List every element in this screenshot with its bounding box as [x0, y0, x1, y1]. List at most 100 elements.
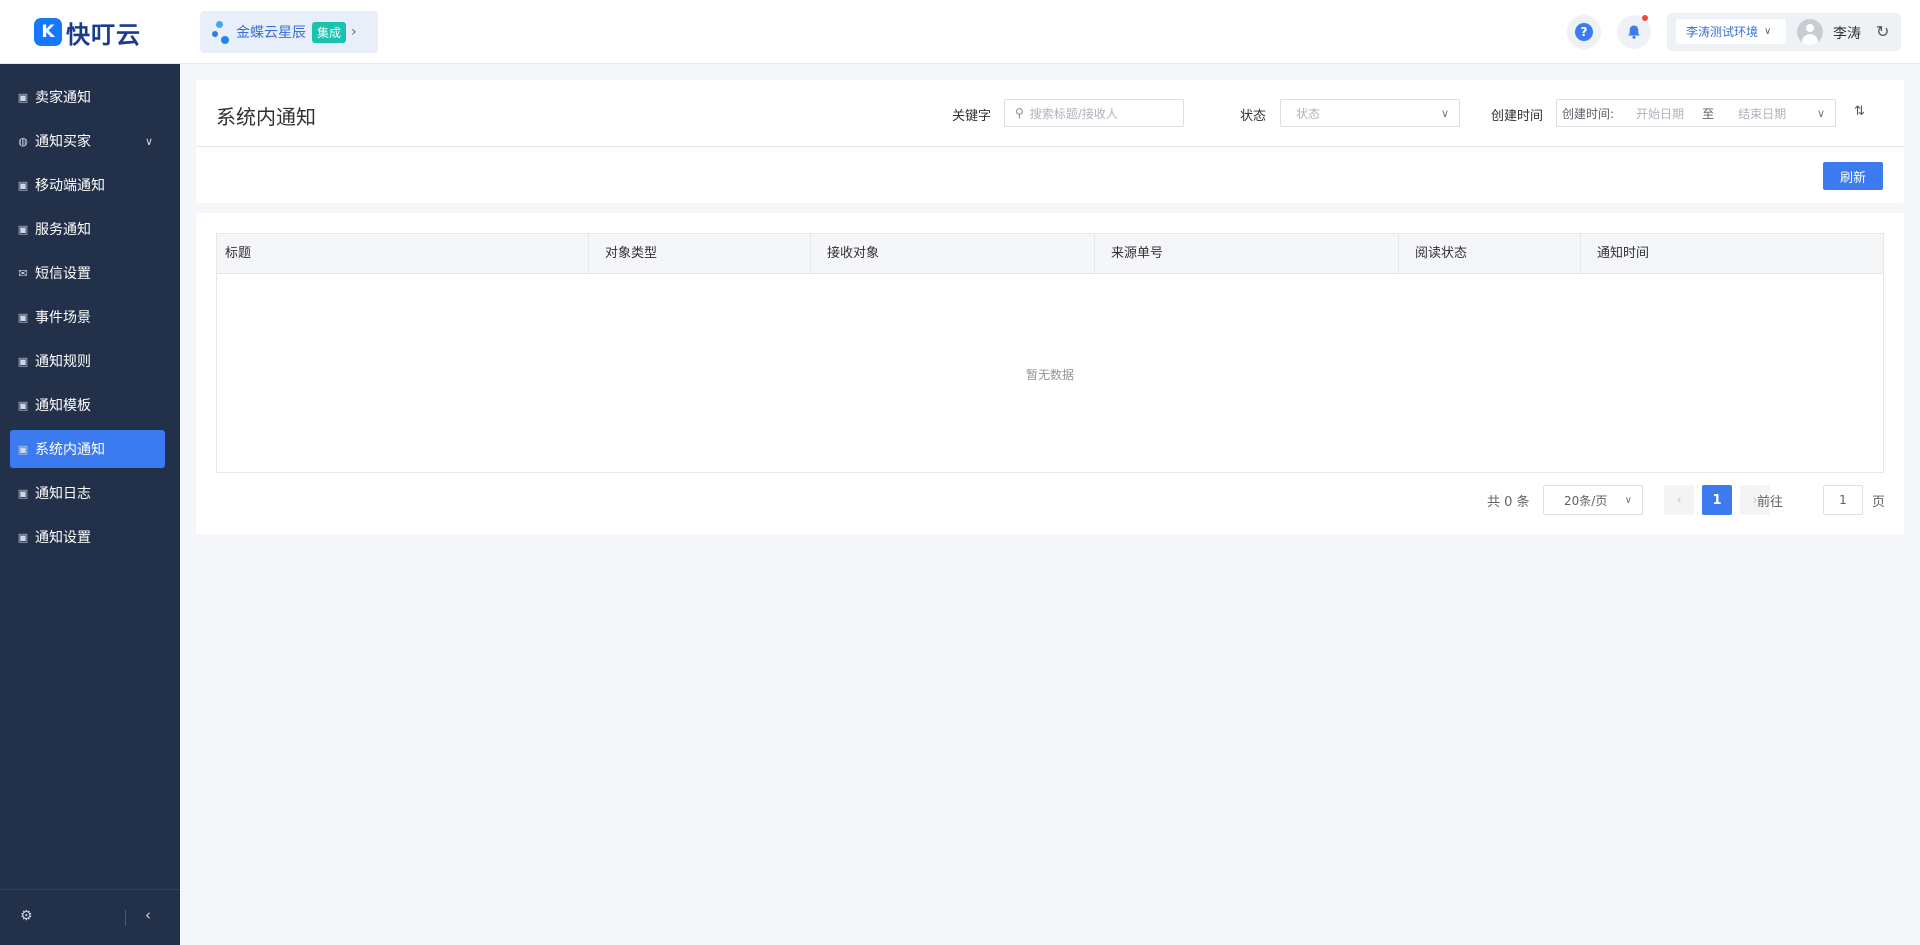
sidebar-item[interactable]: ▣ 通知设置	[10, 518, 165, 556]
divider	[125, 910, 126, 926]
sidebar-item-label: 通知规则	[35, 354, 91, 370]
sidebar-item[interactable]: ✉ 短信设置	[10, 254, 165, 292]
pagination-total: 共 0 条	[1487, 494, 1530, 510]
chevron-down-icon: ∨	[144, 134, 153, 148]
sort-icon[interactable]: ⇅	[1854, 104, 1865, 119]
start-date-input[interactable]: 开始日期	[1636, 105, 1684, 122]
empty-state-text: 暂无数据	[1025, 368, 1074, 382]
notice-icon: ▣	[17, 398, 29, 412]
sidebar-item-label: 服务通知	[35, 222, 91, 238]
status-label: 状态	[1240, 109, 1267, 124]
reload-icon[interactable]: ↻	[1876, 22, 1889, 41]
chevron-down-icon: ∨	[1816, 106, 1825, 120]
sidebar-item[interactable]: ▣ 移动端通知	[10, 166, 165, 204]
goto-page-input[interactable]: 1	[1823, 485, 1863, 515]
environment-value: 李涛测试环境	[1686, 25, 1759, 39]
prev-page-button[interactable]: ‹	[1664, 485, 1694, 515]
notification-button[interactable]	[1617, 15, 1651, 49]
sidebar-item-label: 卖家通知	[35, 90, 91, 106]
page-number-button[interactable]: 1	[1702, 485, 1732, 515]
filter-panel: 系统内通知 关键字 ⚲ 搜索标题/接收人 状态 状态 ∨ 创建时间 创建时间: …	[196, 80, 1904, 203]
notice-icon: ▣	[17, 530, 29, 544]
sidebar-item[interactable]: ▣ 通知日志	[10, 474, 165, 512]
column-header-title[interactable]: 标题	[217, 234, 588, 274]
page-size-value: 20条/页	[1564, 493, 1608, 508]
sidebar-item[interactable]: ◍ 通知买家 ∨	[10, 122, 165, 160]
chat-icon: ◍	[18, 134, 28, 148]
keyword-search-input[interactable]: ⚲ 搜索标题/接收人	[1004, 99, 1184, 127]
user-area: 李涛测试环境 ∨ 李涛 ↻	[1667, 13, 1901, 51]
page-size-select[interactable]: 20条/页 ∨	[1543, 485, 1643, 515]
integration-switcher[interactable]: 金蝶云星辰 集成 ›	[200, 11, 378, 53]
integration-badge: 集成	[312, 21, 347, 43]
created-time-label: 创建时间	[1491, 109, 1544, 124]
goto-label: 前往	[1757, 494, 1784, 510]
username[interactable]: 李涛	[1833, 23, 1861, 43]
sidebar-item-label: 通知买家	[35, 134, 91, 150]
avatar[interactable]	[1797, 19, 1823, 45]
help-icon: ?	[1575, 23, 1593, 41]
collapse-sidebar-icon[interactable]: ‹	[145, 906, 151, 924]
notification-table: 标题 对象类型 接收对象 来源单号 阅读状态 通知时间 暂无数据	[216, 233, 1884, 473]
refresh-button[interactable]: 刷新	[1823, 162, 1883, 190]
sidebar-item-label: 移动端通知	[35, 178, 105, 194]
column-header-notify-time[interactable]: 通知时间	[1580, 234, 1883, 274]
notice-icon: ▣	[17, 442, 29, 456]
gear-icon[interactable]: ⚙	[20, 908, 33, 924]
page-unit-label: 页	[1872, 494, 1886, 510]
sidebar-item-label: 通知设置	[35, 530, 91, 546]
logo[interactable]: K 快叮云	[0, 0, 180, 64]
environment-select[interactable]: 李涛测试环境 ∨	[1676, 19, 1786, 44]
sidebar-item-label: 通知模板	[35, 398, 91, 414]
mail-icon: ✉	[18, 266, 28, 280]
notice-icon: ▣	[17, 178, 29, 192]
column-header-object-type[interactable]: 对象类型	[588, 234, 810, 274]
notice-icon: ▣	[17, 486, 29, 500]
sidebar-item[interactable]: ▣ 通知规则	[10, 342, 165, 380]
search-icon: ⚲	[1015, 106, 1024, 120]
chevron-down-icon: ∨	[1440, 106, 1449, 120]
column-header-recipient[interactable]: 接收对象	[810, 234, 1094, 274]
sidebar-item-label: 系统内通知	[35, 442, 105, 458]
keyword-placeholder: 搜索标题/接收人	[1029, 106, 1118, 121]
column-header-source-no[interactable]: 来源单号	[1094, 234, 1398, 274]
help-button[interactable]: ?	[1567, 15, 1601, 49]
integration-logo-icon	[212, 19, 232, 45]
chevron-down-icon: ∨	[1764, 26, 1772, 37]
page-title: 系统内通知	[216, 105, 316, 129]
divider	[196, 146, 1904, 147]
end-date-input[interactable]: 结束日期	[1738, 105, 1786, 122]
integration-name: 金蝶云星辰	[236, 25, 306, 41]
logo-icon: K	[34, 18, 62, 46]
sidebar-footer: ⚙ ‹	[0, 889, 180, 945]
sidebar: ▣ 卖家通知 ◍ 通知买家 ∨ ▣ 移动端通知 ▣ 服务通知 ✉ 短信设置 ▣ 事件场景 ▣ 通知规则 ▣ 通知…	[0, 64, 180, 945]
sidebar-item-label: 事件场景	[35, 310, 91, 326]
logo-text: 快叮云	[66, 20, 141, 49]
created-date-range[interactable]: 创建时间: 开始日期 至 结束日期 ∨	[1556, 99, 1836, 127]
notice-icon: ▣	[17, 222, 29, 236]
status-select[interactable]: 状态 ∨	[1280, 99, 1460, 127]
notice-icon: ▣	[17, 90, 29, 104]
column-header-read-status[interactable]: 阅读状态	[1398, 234, 1580, 274]
chevron-right-icon: ›	[351, 24, 357, 40]
date-range-prefix: 创建时间:	[1562, 106, 1615, 121]
sidebar-item[interactable]: ▣ 事件场景	[10, 298, 165, 336]
keyword-label: 关键字	[952, 109, 992, 124]
sidebar-item[interactable]: ▣ 卖家通知	[10, 78, 165, 116]
notice-icon: ▣	[17, 310, 29, 324]
sidebar-item-label: 短信设置	[35, 266, 91, 282]
chevron-down-icon: ∨	[1624, 494, 1632, 506]
sidebar-item[interactable]: ▣ 通知模板	[10, 386, 165, 424]
table-panel: 标题 对象类型 接收对象 来源单号 阅读状态 通知时间 暂无数据 共 0 条 2…	[196, 213, 1904, 534]
status-placeholder: 状态	[1296, 106, 1321, 121]
chevron-left-icon: ‹	[1676, 492, 1682, 508]
sidebar-item-label: 通知日志	[35, 486, 91, 502]
range-separator: 至	[1702, 106, 1715, 121]
notice-icon: ▣	[17, 354, 29, 368]
table-header: 标题 对象类型 接收对象 来源单号 阅读状态 通知时间	[217, 234, 1883, 274]
sidebar-item[interactable]: ▣ 系统内通知	[10, 430, 165, 468]
unread-dot	[1642, 15, 1648, 21]
bell-icon	[1628, 25, 1640, 39]
top-header: K 快叮云 金蝶云星辰 集成 › ? 李涛测试环境 ∨ 李涛 ↻	[0, 0, 1920, 64]
sidebar-item[interactable]: ▣ 服务通知	[10, 210, 165, 248]
